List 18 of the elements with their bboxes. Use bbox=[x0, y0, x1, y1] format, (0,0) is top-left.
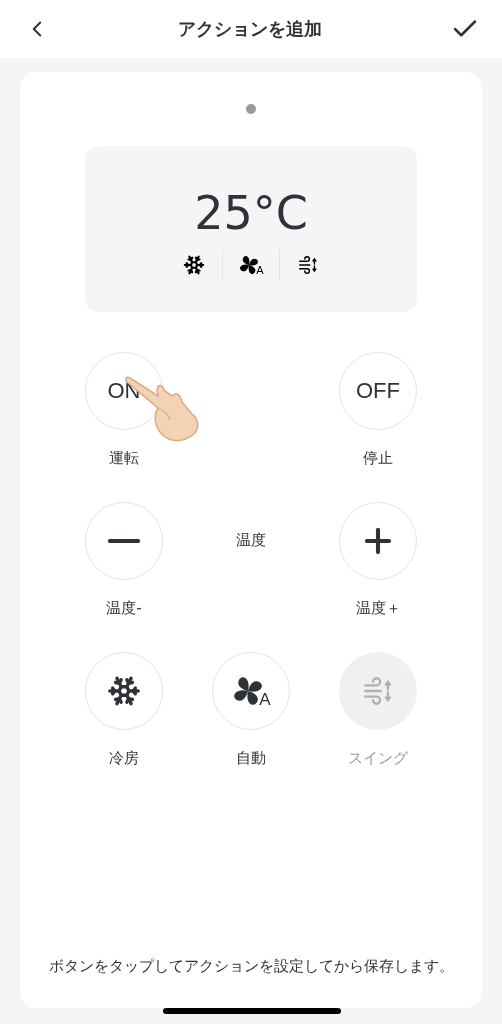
instruction-text: ボタンをタップしてアクションを設定してから保存します。 bbox=[48, 957, 454, 976]
button-label: 自動 bbox=[236, 748, 266, 768]
button-label: 冷房 bbox=[109, 748, 139, 768]
snowflake-icon bbox=[107, 674, 141, 708]
button-label: 停止 bbox=[363, 448, 393, 468]
temperature-caption: 温度 bbox=[236, 531, 266, 550]
page-title: アクションを追加 bbox=[178, 17, 322, 41]
snowflake-icon bbox=[183, 254, 205, 276]
page-indicator-dot bbox=[246, 104, 256, 114]
remote-button[interactable]: OFF bbox=[339, 352, 417, 430]
temperature-reading: 25°C bbox=[194, 190, 308, 236]
button-label: 温度＋ bbox=[355, 598, 401, 618]
minus-icon bbox=[108, 539, 140, 543]
swing-icon bbox=[297, 254, 319, 276]
button-label: 温度- bbox=[106, 598, 142, 618]
remote-button[interactable]: A bbox=[212, 652, 290, 730]
button-label: スイング bbox=[348, 748, 408, 768]
button-label: 運転 bbox=[109, 448, 139, 468]
